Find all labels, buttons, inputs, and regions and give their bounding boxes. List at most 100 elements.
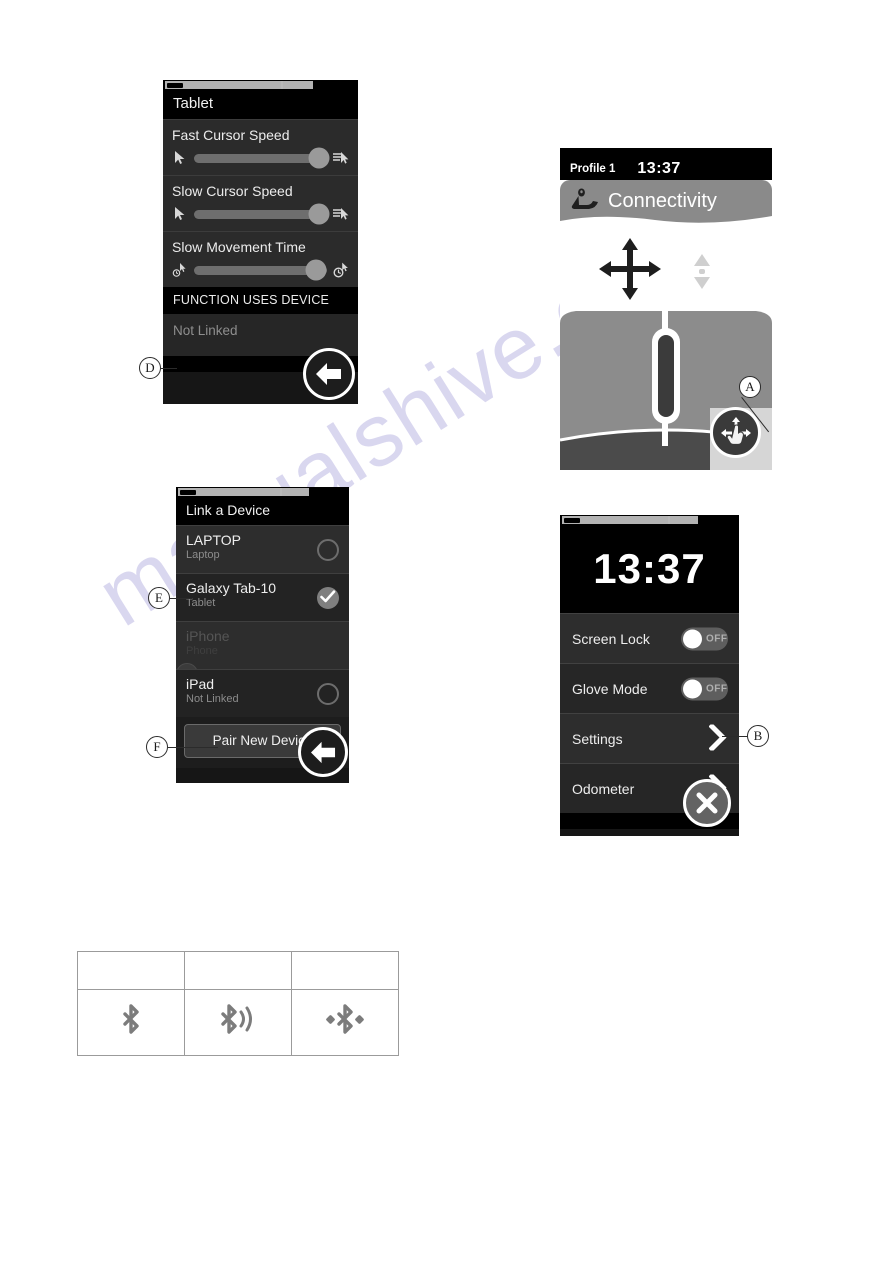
table-header-cell-2: [184, 951, 292, 990]
page-title: Connectivity: [608, 189, 717, 212]
battery-icon: [564, 518, 580, 523]
status-bar: [163, 80, 358, 90]
connectivity-action-button[interactable]: [710, 407, 761, 458]
bluetooth-broadcasting-icon: [221, 1003, 252, 1034]
battery-track: [165, 81, 314, 89]
connectivity-header: Connectivity: [560, 180, 772, 229]
callout-B-bubble: B: [747, 725, 769, 747]
screen-lock-row[interactable]: Screen Lock OFF: [560, 613, 739, 663]
bluetooth-connected-icon: [326, 1003, 364, 1034]
back-arrow-icon: [316, 363, 341, 385]
scroll-wheel: [658, 335, 674, 417]
device-radio-unselected[interactable]: [317, 682, 339, 705]
status-tick: [280, 488, 282, 496]
page-title: Tablet: [163, 90, 358, 119]
four-way-arrow-icon: [599, 238, 661, 300]
toggle-knob: [683, 629, 702, 648]
slow-cursor-speed-slider[interactable]: [194, 203, 330, 225]
cursor-fast-icon: [333, 150, 349, 166]
fast-cursor-speed-block: Fast Cursor Speed: [163, 119, 358, 175]
table-header-row: [77, 951, 399, 990]
bluetooth-broadcasting-icon-cell: [184, 989, 292, 1056]
bluetooth-icon-cell: [77, 989, 185, 1056]
row-label: Screen Lock: [572, 630, 650, 647]
device-name: Galaxy Tab-10: [186, 580, 277, 596]
settings-row[interactable]: Settings: [560, 713, 739, 763]
toggle-state-label: OFF: [706, 683, 728, 694]
function-uses-device-header: FUNCTION USES DEVICE: [163, 287, 358, 314]
glove-mode-toggle[interactable]: OFF: [681, 677, 728, 700]
table-header-cell-1: [77, 951, 185, 990]
clock-cursor-large-icon: [333, 262, 349, 278]
callout-F-leader: [168, 747, 218, 748]
status-bar: [560, 148, 772, 158]
home-close-button[interactable]: [683, 779, 731, 827]
clock-area: 13:37: [560, 525, 739, 613]
table-row: [77, 989, 399, 1056]
check-icon: [320, 589, 336, 602]
device-row-ipad[interactable]: iPad Not Linked: [176, 669, 349, 717]
cursor-fast-icon: [333, 206, 349, 222]
device-row-laptop[interactable]: LAPTOP Laptop: [176, 525, 349, 573]
profile-label: Profile 1: [570, 163, 616, 175]
profile-bar: Profile 1 13:37: [560, 158, 772, 180]
fast-cursor-speed-label: Fast Cursor Speed: [172, 127, 290, 143]
slow-movement-time-label: Slow Movement Time: [172, 239, 306, 255]
slow-movement-time-block: Slow Movement Time: [163, 231, 358, 287]
clock-label: 13:37: [637, 160, 681, 177]
callout-D-leader: [161, 368, 177, 369]
settings-row-chevron[interactable]: [708, 722, 727, 753]
back-arrow-icon: [310, 741, 335, 763]
toggle-state-label: OFF: [706, 633, 728, 644]
screen-lock-toggle[interactable]: OFF: [681, 627, 728, 650]
device-subtitle: Laptop: [186, 549, 220, 562]
battery-icon: [167, 83, 183, 88]
toggle-knob: [683, 679, 702, 698]
link-back-button[interactable]: [298, 727, 348, 777]
scroll-updown-icon: [694, 254, 710, 289]
clock-cursor-small-icon: [172, 262, 188, 278]
slider-thumb[interactable]: [308, 203, 330, 225]
cursor-arrow-icon: [172, 150, 188, 166]
device-subtitle: Not Linked: [186, 693, 239, 706]
pan-hand-icon: [720, 416, 751, 445]
chevron-right-icon: [708, 722, 727, 752]
device-row-iphone[interactable]: iPhone Phone: [176, 621, 349, 686]
row-label: Settings: [572, 730, 623, 747]
slider-thumb[interactable]: [308, 147, 330, 169]
battery-track: [178, 488, 310, 496]
device-name: iPhone: [186, 628, 230, 644]
row-label: Odometer: [572, 780, 635, 797]
device-name: iPad: [186, 676, 215, 692]
callout-E-leader: [170, 598, 192, 599]
callout-E-bubble: E: [148, 587, 170, 609]
manual-page: manualshive.com Tablet Fast Cursor Speed: [0, 0, 893, 1263]
status-tick: [668, 516, 670, 524]
status-tick: [281, 81, 283, 89]
slow-cursor-speed-block: Slow Cursor Speed: [163, 175, 358, 231]
device-radio-selected[interactable]: [317, 586, 339, 609]
cursor-arrow-icon: [172, 206, 188, 222]
status-bar: [560, 515, 739, 525]
device-name: LAPTOP: [186, 532, 241, 548]
slow-cursor-speed-label: Slow Cursor Speed: [172, 183, 293, 199]
slider-thumb[interactable]: [305, 259, 327, 281]
close-x-icon: [696, 792, 718, 814]
header-wave: [560, 216, 772, 229]
galaxy-tab-device-row[interactable]: Galaxy Tab-10 Tablet: [176, 573, 349, 621]
battery-track: [562, 516, 699, 524]
slow-movement-time-slider[interactable]: [194, 259, 327, 281]
page-title: Link a Device: [176, 497, 349, 525]
bluetooth-icon: [123, 1003, 139, 1034]
tablet-back-button[interactable]: [303, 348, 355, 400]
callout-A-bubble: A: [739, 376, 761, 398]
callout-B-leader: [722, 736, 748, 737]
joystick-icon: [570, 188, 600, 214]
device-radio-unselected[interactable]: [317, 538, 339, 561]
battery-icon: [180, 490, 196, 495]
fast-cursor-speed-slider[interactable]: [194, 147, 330, 169]
device-subtitle: Phone: [186, 645, 218, 658]
table-header-cell-3: [291, 951, 399, 990]
status-bar: [176, 487, 349, 497]
glove-mode-row[interactable]: Glove Mode OFF: [560, 663, 739, 713]
